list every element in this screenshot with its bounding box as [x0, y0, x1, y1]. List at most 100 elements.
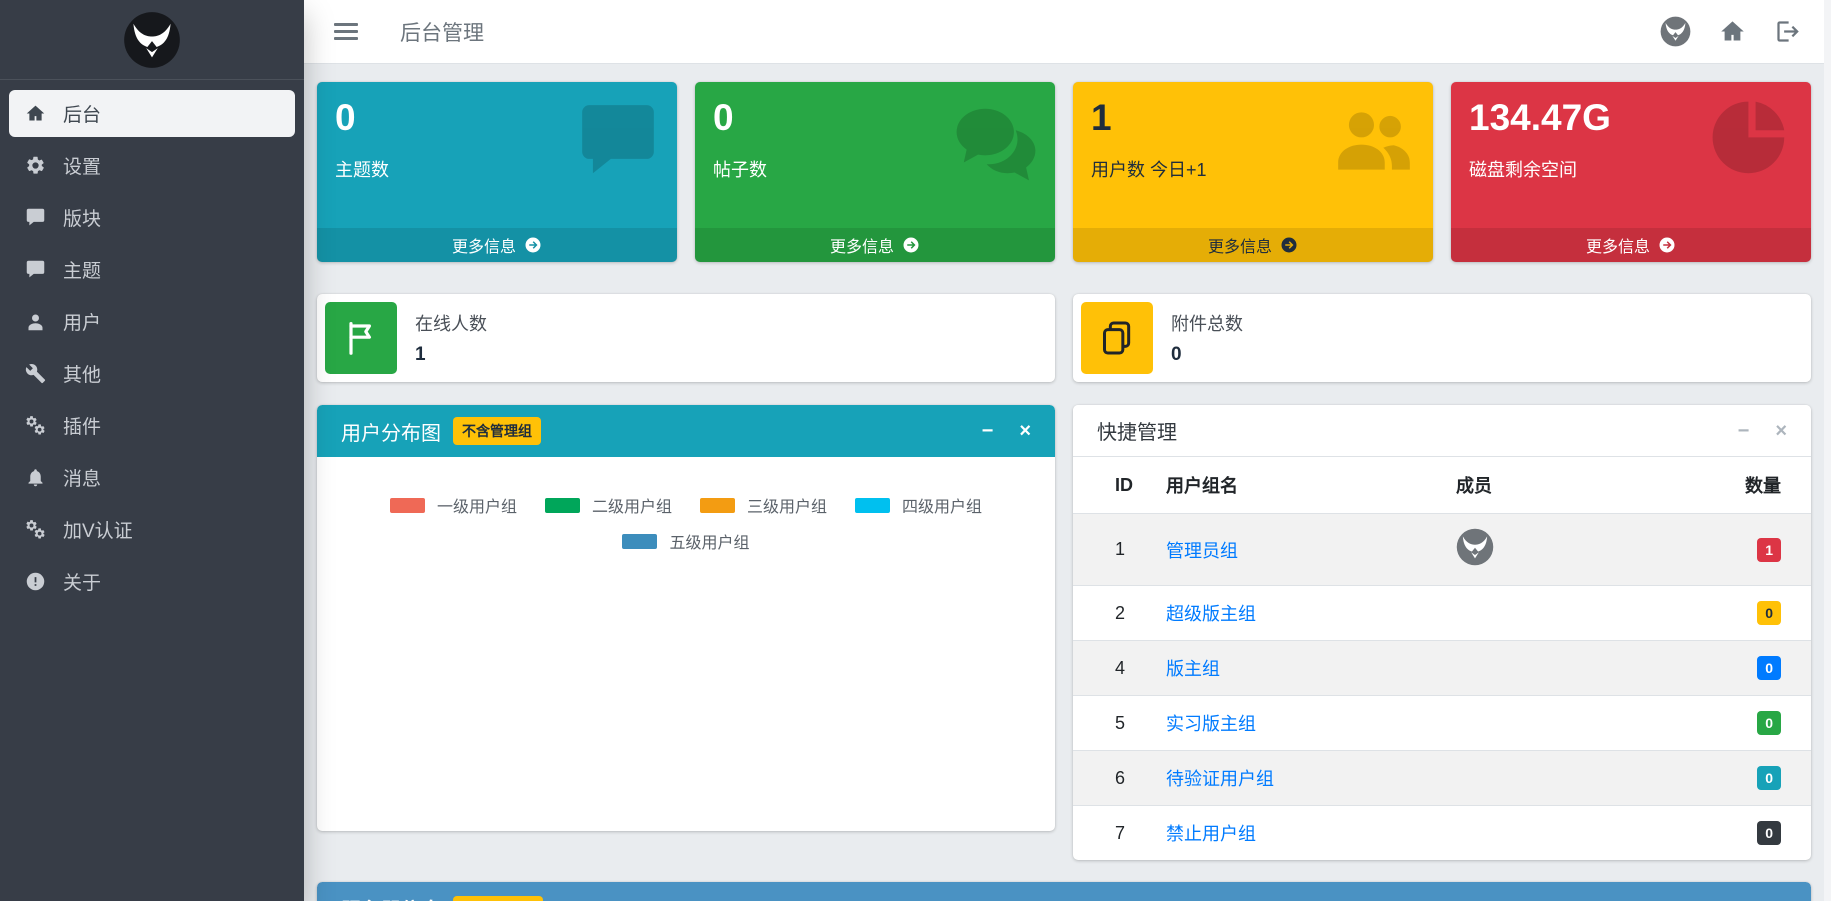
- quick-manage-header: 快捷管理 − ×: [1073, 405, 1811, 457]
- table-header-row: ID用户组名成员数量: [1073, 457, 1811, 514]
- bull-logo-icon: [123, 11, 181, 69]
- legend-swatch: [855, 498, 890, 513]
- legend-swatch: [545, 498, 580, 513]
- more-info-link[interactable]: 更多信息: [695, 228, 1055, 262]
- column-header: 用户组名: [1148, 457, 1438, 514]
- users-icon: [1331, 98, 1417, 184]
- sidebar-item-forums[interactable]: 版块: [9, 194, 295, 241]
- comment-icon: [575, 98, 661, 184]
- group-id: 4: [1073, 641, 1148, 696]
- page-title: 后台管理: [400, 17, 484, 47]
- arrow-circle-right-icon: [1280, 236, 1298, 254]
- user-distribution-header: 用户分布图 不含管理组 − ×: [317, 405, 1055, 457]
- exclude-admin-badge: 不含管理组: [453, 417, 541, 445]
- sidebar-item-topics[interactable]: 主题: [9, 246, 295, 293]
- sidebar-item-about[interactable]: 关于: [9, 558, 295, 605]
- stat-card: 0 主题数 更多信息: [317, 82, 677, 262]
- group-id: 5: [1073, 696, 1148, 751]
- usergroup-row: 2 超级版主组 0: [1073, 586, 1811, 641]
- bell-icon: [22, 467, 48, 489]
- legend-label: 一级用户组: [437, 493, 517, 517]
- more-info-link[interactable]: 更多信息: [317, 228, 677, 262]
- signout-icon[interactable]: [1774, 18, 1801, 45]
- usergroup-row: 5 实习版主组 0: [1073, 696, 1811, 751]
- column-header: 成员: [1438, 457, 1691, 514]
- phpinfo-badge[interactable]: [PHPINFO]: [453, 896, 543, 901]
- user-icon: [22, 311, 48, 333]
- group-name-link[interactable]: 禁止用户组: [1166, 824, 1256, 844]
- stat-card: 0 帖子数 更多信息: [695, 82, 1055, 262]
- chart-legend-row-2: 五级用户组: [317, 529, 1055, 553]
- count-badge: 0: [1757, 766, 1781, 790]
- close-button[interactable]: ×: [1775, 421, 1787, 441]
- more-info-link[interactable]: 更多信息: [1451, 228, 1811, 262]
- panel-title: 服务器信息: [341, 894, 441, 901]
- navbar-actions: [1660, 16, 1801, 47]
- menu-toggle-icon[interactable]: [334, 23, 358, 40]
- column-header: 数量: [1691, 457, 1811, 514]
- sidebar-item-users[interactable]: 用户: [9, 298, 295, 345]
- info-box-value: 1: [415, 344, 487, 366]
- sidebar-item-settings[interactable]: 设置: [9, 142, 295, 189]
- content: 0 主题数 更多信息 0 帖子数 更多信息 1 用户数 今日+1 更多信息: [304, 64, 1831, 901]
- minimize-button[interactable]: −: [1738, 421, 1750, 441]
- usergroup-row: 6 待验证用户组 0: [1073, 751, 1811, 806]
- sidebar-menu: 后台 设置 版块 主题 用户 其他 插件 消息 加V认证 关于: [0, 80, 304, 620]
- user-distribution-panel: 用户分布图 不含管理组 − × 一级用户组 二级用户组 三级用户组 四级用户组: [317, 405, 1055, 831]
- more-info-link[interactable]: 更多信息: [1073, 228, 1433, 262]
- legend-label: 五级用户组: [669, 529, 749, 553]
- home-icon[interactable]: [1719, 18, 1746, 45]
- stat-cards-row: 0 主题数 更多信息 0 帖子数 更多信息 1 用户数 今日+1 更多信息: [317, 82, 1818, 262]
- group-name-link[interactable]: 版主组: [1166, 659, 1220, 679]
- arrow-circle-right-icon: [1658, 236, 1676, 254]
- legend-item[interactable]: 四级用户组: [855, 493, 982, 517]
- minimize-button[interactable]: −: [982, 421, 994, 441]
- group-name-link[interactable]: 超级版主组: [1166, 604, 1256, 624]
- column-header: ID: [1073, 457, 1148, 514]
- group-name-link[interactable]: 实习版主组: [1166, 714, 1256, 734]
- group-id: 6: [1073, 751, 1148, 806]
- comment-icon: [22, 207, 48, 229]
- brand-logo[interactable]: [0, 0, 304, 80]
- info-box-value: 0: [1171, 344, 1243, 366]
- top-navbar: 后台管理: [304, 0, 1831, 64]
- legend-label: 四级用户组: [902, 493, 982, 517]
- legend-item[interactable]: 二级用户组: [545, 493, 672, 517]
- legend-swatch: [622, 534, 657, 549]
- user-distribution-chart: 一级用户组 二级用户组 三级用户组 四级用户组 五级用户组: [317, 457, 1055, 831]
- close-button[interactable]: ×: [1019, 421, 1031, 441]
- group-name-link[interactable]: 待验证用户组: [1166, 769, 1274, 789]
- cogs-icon: [22, 519, 48, 541]
- info-boxes-row: 在线人数 1 附件总数 0: [317, 294, 1818, 382]
- sidebar-item-other[interactable]: 其他: [9, 350, 295, 397]
- legend-item[interactable]: 三级用户组: [700, 493, 827, 517]
- copy-icon: [1081, 302, 1153, 374]
- sidebar: 后台 设置 版块 主题 用户 其他 插件 消息 加V认证 关于: [0, 0, 304, 901]
- legend-item[interactable]: 一级用户组: [390, 493, 517, 517]
- info-box: 在线人数 1: [317, 294, 1055, 382]
- panels-row: 用户分布图 不含管理组 − × 一级用户组 二级用户组 三级用户组 四级用户组: [317, 405, 1818, 860]
- app-root: 后台 设置 版块 主题 用户 其他 插件 消息 加V认证 关于 后台管理: [0, 0, 1831, 901]
- server-info-header: 服务器信息 [PHPINFO] − ×: [317, 882, 1811, 901]
- scrollbar-track[interactable]: [1824, 0, 1831, 901]
- sidebar-item-verify[interactable]: 加V认证: [9, 506, 295, 553]
- stat-card: 1 用户数 今日+1 更多信息: [1073, 82, 1433, 262]
- count-badge: 0: [1757, 656, 1781, 680]
- sidebar-item-dashboard[interactable]: 后台: [9, 90, 295, 137]
- legend-label: 三级用户组: [747, 493, 827, 517]
- member-avatar[interactable]: [1456, 528, 1494, 566]
- info-box-label: 在线人数: [415, 310, 487, 336]
- usergroup-table: ID用户组名成员数量 1 管理员组 1 2 超级版主组: [1073, 457, 1811, 860]
- legend-item[interactable]: 五级用户组: [622, 529, 749, 553]
- comments-icon: [953, 98, 1039, 184]
- info-box: 附件总数 0: [1073, 294, 1811, 382]
- sidebar-item-messages[interactable]: 消息: [9, 454, 295, 501]
- group-name-link[interactable]: 管理员组: [1166, 541, 1238, 561]
- count-badge: 0: [1757, 821, 1781, 845]
- legend-label: 二级用户组: [592, 493, 672, 517]
- user-avatar[interactable]: [1660, 16, 1691, 47]
- sidebar-item-plugins[interactable]: 插件: [9, 402, 295, 449]
- server-info-panel: 服务器信息 [PHPINFO] − ×: [317, 882, 1811, 901]
- flag-icon: [325, 302, 397, 374]
- legend-swatch: [700, 498, 735, 513]
